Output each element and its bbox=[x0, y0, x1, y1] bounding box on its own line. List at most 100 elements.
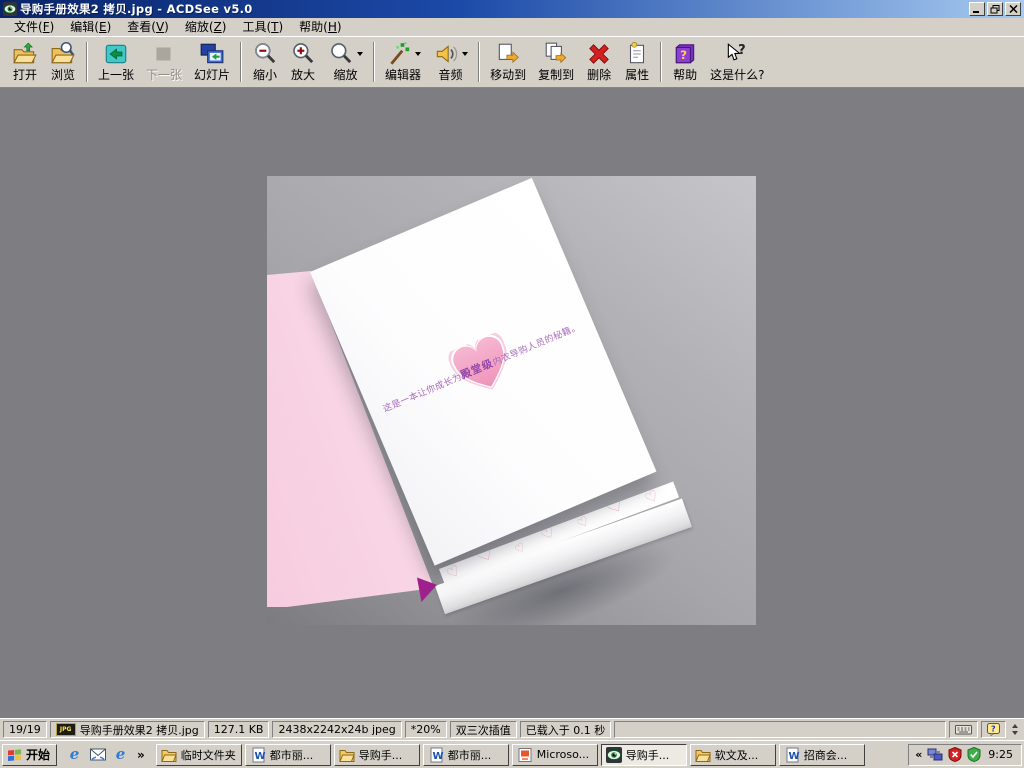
zoom-menu-button[interactable]: 缩放 bbox=[322, 39, 369, 85]
page-caption: 这是一本让你成长为殿堂级内衣导购人员的秘籍。 bbox=[373, 315, 590, 418]
status-interpolation: 双三次插值 bbox=[450, 721, 517, 738]
image-viewer-canvas[interactable]: ♡ ♡ ♡ ♡ ♡ ♡ ♡ bbox=[0, 88, 1024, 718]
open-button[interactable]: 打开 bbox=[6, 39, 44, 85]
restore-icon bbox=[990, 5, 1000, 14]
os-taskbar: 开始 e e » 临时文件夹 W 都市丽... 导购手... bbox=[0, 740, 1024, 768]
svg-text:W: W bbox=[788, 751, 799, 762]
status-zoom-level: *20% bbox=[405, 721, 447, 738]
status-message-area bbox=[614, 721, 946, 738]
slideshow-icon bbox=[199, 41, 225, 67]
editor-button[interactable]: 编辑器 bbox=[379, 39, 427, 85]
svg-text:?: ? bbox=[680, 47, 687, 61]
menu-tools[interactable]: 工具(T) bbox=[234, 17, 291, 37]
antivirus-shield-icon[interactable] bbox=[967, 747, 981, 762]
status-help-indicator[interactable]: ? bbox=[981, 721, 1006, 738]
taskbar-item-powerpoint[interactable]: Microso... bbox=[512, 744, 598, 766]
outlook-express-icon[interactable] bbox=[89, 746, 106, 763]
zoom-in-button[interactable]: 放大 bbox=[284, 39, 322, 85]
window-title: 导购手册效果2 拷贝.jpg - ACDSee v5.0 bbox=[20, 1, 969, 17]
previous-image-button[interactable]: 上一张 bbox=[92, 39, 140, 85]
zoom-out-button[interactable]: 缩小 bbox=[246, 39, 284, 85]
menu-zoom[interactable]: 缩放(Z) bbox=[177, 17, 235, 37]
copy-to-icon bbox=[543, 41, 569, 67]
taskbar-item-acdsee-active[interactable]: 导购手... bbox=[601, 744, 687, 766]
next-icon bbox=[151, 41, 177, 67]
photo-book-image: ♡ ♡ ♡ ♡ ♡ ♡ ♡ bbox=[267, 176, 756, 625]
tray-clock[interactable]: 9:25 bbox=[988, 748, 1013, 761]
previous-icon bbox=[103, 41, 129, 67]
move-to-button[interactable]: 移动到 bbox=[484, 39, 532, 85]
svg-text:W: W bbox=[254, 751, 265, 762]
restore-button[interactable] bbox=[987, 2, 1003, 16]
zoom-icon bbox=[328, 41, 354, 67]
properties-icon bbox=[624, 41, 650, 67]
dropdown-caret-icon bbox=[462, 52, 468, 56]
toolbar-separator bbox=[240, 42, 242, 82]
toolbar-separator bbox=[86, 42, 88, 82]
help-bubble-icon: ? bbox=[987, 723, 1000, 736]
windows-logo-icon bbox=[7, 748, 23, 762]
help-button[interactable]: ? 帮助 bbox=[666, 39, 704, 85]
status-keyboard-indicator bbox=[949, 721, 978, 738]
acdsee-window: 导购手册效果2 拷贝.jpg - ACDSee v5.0 文件(F) 编辑(E)… bbox=[0, 0, 1024, 768]
powerpoint-icon bbox=[517, 747, 533, 763]
editor-wand-icon bbox=[386, 41, 412, 67]
toolbar-separator bbox=[478, 42, 480, 82]
minimize-icon bbox=[972, 5, 982, 14]
taskbar-item-word-doc-2[interactable]: W 都市丽... bbox=[423, 744, 509, 766]
properties-button[interactable]: 属性 bbox=[618, 39, 656, 85]
internet-explorer-icon[interactable]: e bbox=[66, 746, 83, 763]
acdsee-icon bbox=[606, 747, 622, 763]
network-icon[interactable] bbox=[927, 748, 943, 762]
whats-this-button[interactable]: ? 这是什么? bbox=[704, 39, 770, 85]
status-image-index: 19/19 bbox=[3, 721, 47, 738]
start-button[interactable]: 开始 bbox=[2, 744, 57, 766]
svg-text:?: ? bbox=[738, 43, 746, 58]
internet-explorer-channel-icon[interactable]: e bbox=[112, 746, 129, 763]
svg-text:?: ? bbox=[991, 725, 996, 734]
toolbar-separator bbox=[373, 42, 375, 82]
menu-file[interactable]: 文件(F) bbox=[6, 17, 62, 37]
status-dimensions: 2438x2242x24b jpeg bbox=[272, 721, 401, 738]
minimize-button[interactable] bbox=[969, 2, 985, 16]
close-icon bbox=[1009, 5, 1018, 13]
close-button[interactable] bbox=[1005, 2, 1021, 16]
word-icon: W bbox=[784, 747, 800, 763]
menu-edit[interactable]: 编辑(E) bbox=[62, 17, 119, 37]
copy-to-button[interactable]: 复制到 bbox=[532, 39, 580, 85]
next-image-button: 下一张 bbox=[140, 39, 188, 85]
browse-button[interactable]: 浏览 bbox=[44, 39, 82, 85]
slideshow-button[interactable]: 幻灯片 bbox=[188, 39, 236, 85]
toolbar-separator bbox=[660, 42, 662, 82]
taskbar-item-folder-ruanwen[interactable]: 软文及... bbox=[690, 744, 776, 766]
tray-collapse-chevron[interactable]: « bbox=[915, 748, 922, 761]
taskbar-item-word-doc-3[interactable]: W 招商会... bbox=[779, 744, 865, 766]
menu-view[interactable]: 查看(V) bbox=[119, 17, 177, 37]
help-book-icon: ? bbox=[672, 41, 698, 67]
keyboard-icon bbox=[955, 724, 972, 735]
audio-speaker-icon bbox=[433, 41, 459, 67]
taskbar-item-folder-daogou[interactable]: 导购手... bbox=[334, 744, 420, 766]
taskbar-item-temp-folder[interactable]: 临时文件夹 bbox=[156, 744, 242, 766]
audio-button[interactable]: 音频 bbox=[427, 39, 474, 85]
whats-this-icon: ? bbox=[724, 41, 750, 67]
status-bar: 19/19 JPG 导购手册效果2 拷贝.jpg 127.1 KB 2438x2… bbox=[0, 718, 1024, 740]
taskbar-item-word-doc-1[interactable]: W 都市丽... bbox=[245, 744, 331, 766]
zoom-in-icon bbox=[290, 41, 316, 67]
folder-icon bbox=[339, 747, 355, 763]
word-icon: W bbox=[250, 747, 266, 763]
word-icon: W bbox=[428, 747, 444, 763]
menu-help[interactable]: 帮助(H) bbox=[291, 17, 349, 37]
main-toolbar: 打开 浏览 上一张 下一张 bbox=[0, 36, 1024, 88]
security-alert-icon[interactable] bbox=[948, 747, 962, 762]
dropdown-caret-icon bbox=[415, 52, 421, 56]
statusbar-spinner[interactable] bbox=[1012, 724, 1018, 735]
delete-button[interactable]: 删除 bbox=[580, 39, 618, 85]
dropdown-caret-icon bbox=[357, 52, 363, 56]
menu-bar: 文件(F) 编辑(E) 查看(V) 缩放(Z) 工具(T) 帮助(H) bbox=[0, 18, 1024, 36]
title-bar: 导购手册效果2 拷贝.jpg - ACDSee v5.0 bbox=[0, 0, 1024, 18]
quick-launch-bar: e e » bbox=[60, 746, 153, 763]
quick-launch-overflow-chevron[interactable]: » bbox=[135, 748, 147, 762]
browse-icon bbox=[50, 41, 76, 67]
folder-icon bbox=[695, 747, 711, 763]
